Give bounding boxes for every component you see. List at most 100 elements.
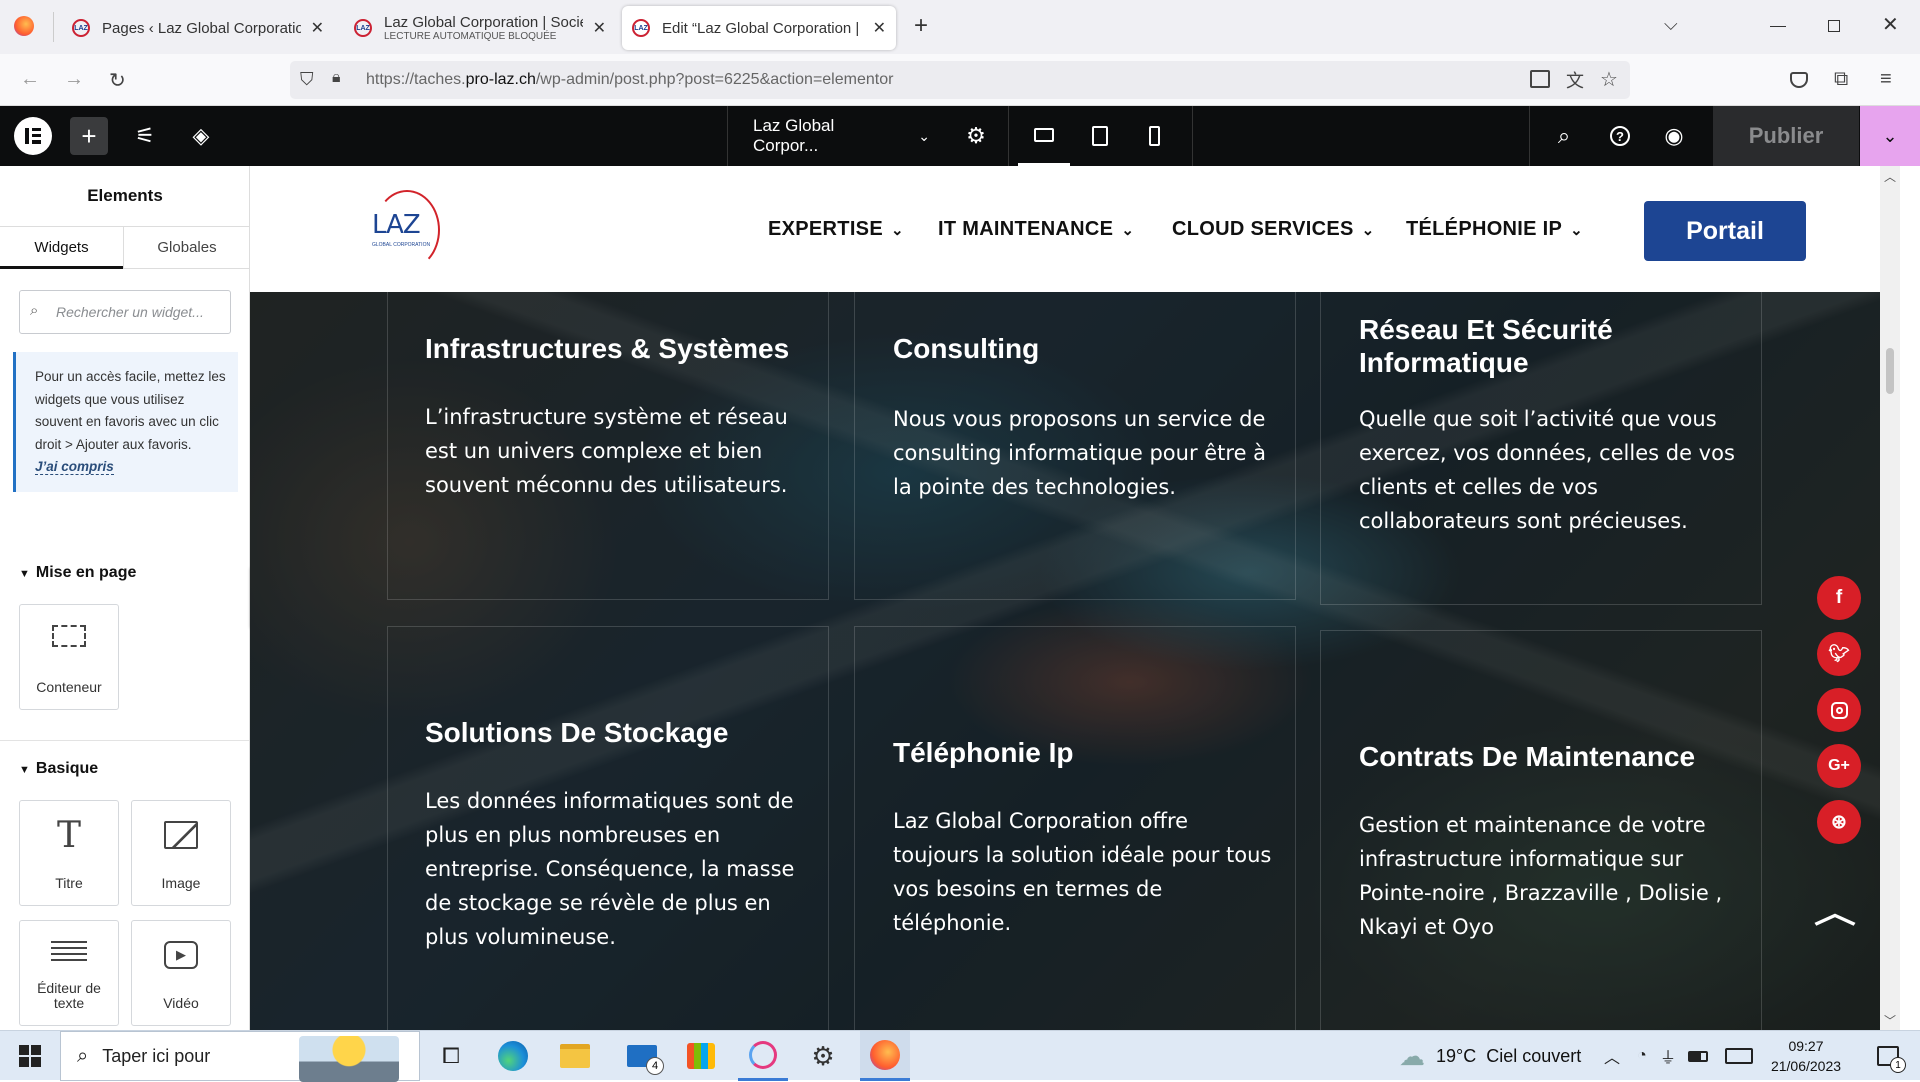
new-tab-icon[interactable]: + <box>914 12 928 40</box>
site-settings-icon[interactable]: ⚟ <box>126 106 164 166</box>
mobile-view-icon[interactable] <box>1130 106 1178 166</box>
tip-dismiss-link[interactable]: J’ai compris <box>35 459 114 475</box>
tab-edit[interactable]: LAZ Edit “Laz Global Corporation | S ✕ <box>622 6 896 50</box>
menu-expertise[interactable]: EXPERTISE ⌄ <box>768 218 904 241</box>
translate-icon[interactable]: 文 <box>1566 67 1584 93</box>
widget-container[interactable]: Conteneur <box>19 604 119 710</box>
text-editor-icon <box>20 941 118 961</box>
publish-options-button[interactable]: ⌄ <box>1860 106 1920 166</box>
section-layout-header[interactable]: ▼ Mise en page <box>19 564 136 582</box>
firefox-menu-icon[interactable] <box>14 16 34 36</box>
tab-globals[interactable]: Globales <box>123 226 249 269</box>
publish-button[interactable]: Publier <box>1713 106 1859 166</box>
elementor-top-bar: + ⚟ ◈ Laz Global Corpor... ⌄ ⚙ ⌕ ? ◉ Pub… <box>0 106 1920 166</box>
usb-icon[interactable]: ⏚ <box>1656 1031 1680 1081</box>
instagram-icon[interactable] <box>1817 688 1861 732</box>
reader-view-icon[interactable] <box>1530 70 1550 88</box>
desktop-view-icon[interactable] <box>1018 106 1070 166</box>
windows-start-icon[interactable] <box>0 1031 60 1081</box>
twitter-icon[interactable]: 🐦︎ <box>1817 632 1861 676</box>
widget-video[interactable]: ▶ Vidéo <box>131 920 231 1026</box>
search-icon[interactable]: ⌕ <box>1540 106 1588 166</box>
scrollbar-thumb[interactable] <box>1886 348 1894 394</box>
add-element-button[interactable]: + <box>70 117 108 155</box>
reload-icon[interactable]: ↻ <box>109 68 126 93</box>
tab-widgets[interactable]: Widgets <box>0 226 123 269</box>
restore-window-icon[interactable] <box>1828 20 1840 32</box>
keyboard-icon[interactable] <box>1722 1031 1756 1081</box>
structure-layers-icon[interactable]: ◈ <box>182 106 220 166</box>
mail-icon[interactable]: 4 <box>614 1031 670 1081</box>
tab-site[interactable]: LAZ Laz Global Corporation | Sociét LECT… <box>344 6 616 50</box>
menu-telephonie-ip[interactable]: TÉLÉPHONIE IP ⌄ <box>1406 218 1583 241</box>
network-icon[interactable]: ◔ <box>1630 1031 1654 1081</box>
shield-icon[interactable]: ⛉ <box>300 69 314 90</box>
store-icon[interactable] <box>676 1031 726 1081</box>
site-logo[interactable]: LAZ GLOBAL CORPORATION <box>368 190 440 270</box>
widget-text-editor[interactable]: Éditeur de texte <box>19 920 119 1026</box>
chevron-up-icon[interactable]: ︿ <box>1600 1031 1624 1081</box>
widget-image[interactable]: Image <box>131 800 231 906</box>
page-name-dropdown[interactable]: Laz Global Corpor... ⌄ <box>730 106 930 166</box>
close-tab-icon[interactable]: ✕ <box>593 18 606 38</box>
settings-gear-icon[interactable]: ⚙ <box>798 1031 848 1081</box>
weather-text[interactable]: 19°C Ciel couvert <box>1436 1031 1586 1081</box>
close-tab-icon[interactable]: ✕ <box>311 18 324 38</box>
scroll-to-top-icon[interactable]: ︿ <box>1814 888 1856 932</box>
page-settings-icon[interactable]: ⚙ <box>952 106 1000 166</box>
notification-center-icon[interactable]: 1 <box>1866 1031 1910 1081</box>
portal-button[interactable]: Portail <box>1644 201 1806 261</box>
dribbble-icon[interactable]: ⊛ <box>1817 800 1861 844</box>
file-explorer-icon[interactable] <box>550 1031 600 1081</box>
url-text[interactable]: https://taches.pro-laz.ch/wp-admin/post.… <box>366 71 893 89</box>
panel-title: Elements <box>87 186 163 205</box>
chevron-down-icon: ⌄ <box>1570 222 1584 239</box>
scroll-up-icon[interactable]: ︿ <box>1884 168 1896 185</box>
video-play-icon: ▶ <box>132 941 230 969</box>
pocket-icon[interactable] <box>1790 72 1808 88</box>
google-plus-icon[interactable]: G+ <box>1817 744 1861 788</box>
canvas-scrollbar[interactable]: ︿ ﹀ <box>1880 166 1900 1030</box>
list-all-tabs-icon[interactable]: ⌵ <box>1664 14 1678 35</box>
widget-heading[interactable]: T Titre <box>19 800 119 906</box>
menu-it-maintenance[interactable]: IT MAINTENANCE ⌄ <box>938 218 1134 241</box>
hamburger-menu-icon[interactable]: ≡ <box>1880 68 1892 91</box>
tab-pages[interactable]: LAZ Pages ‹ Laz Global Corporation ✕ <box>62 6 334 50</box>
back-icon[interactable]: ← <box>20 68 40 91</box>
weather-icon[interactable]: ☁ <box>1392 1031 1432 1081</box>
edge-icon[interactable] <box>488 1031 538 1081</box>
laz-favicon-icon: LAZ <box>354 19 372 37</box>
section-basic-header[interactable]: ▼ Basique <box>19 760 98 778</box>
scroll-down-icon[interactable]: ﹀ <box>1884 1012 1896 1029</box>
chevron-down-icon: ⌄ <box>1121 222 1135 239</box>
task-view-icon[interactable]: ⧠ <box>426 1031 476 1081</box>
firefox-taskbar-icon[interactable] <box>860 1031 910 1081</box>
service-text: Les données informatiques sont de plus e… <box>425 789 795 949</box>
facebook-icon[interactable]: f <box>1817 576 1861 620</box>
close-tab-icon[interactable]: ✕ <box>873 18 886 38</box>
minimize-window-icon[interactable] <box>1770 26 1786 27</box>
clock[interactable]: 09:27 21/06/2023 <box>1766 1031 1846 1081</box>
menu-cloud-services[interactable]: CLOUD SERVICES ⌄ <box>1172 218 1375 241</box>
service-title: Solutions De Stockage <box>425 717 729 748</box>
bookmark-star-icon[interactable]: ☆ <box>1600 67 1618 92</box>
service-text: Laz Global Corporation offre toujours la… <box>893 809 1272 935</box>
tablet-view-icon[interactable] <box>1074 106 1126 166</box>
forward-icon[interactable]: → <box>64 68 84 91</box>
extensions-icon[interactable]: ⧉ <box>1834 68 1848 91</box>
snipping-tool-icon[interactable] <box>738 1031 788 1081</box>
battery-icon[interactable] <box>1684 1031 1712 1081</box>
elements-panel: Elements Widgets Globales ⌕ Rechercher u… <box>0 166 250 1030</box>
chevron-down-icon: ⌄ <box>890 222 904 239</box>
elementor-logo-icon[interactable] <box>14 117 52 155</box>
close-window-icon[interactable]: ✕ <box>1882 12 1899 37</box>
lock-icon[interactable]: 🔒︎ <box>332 69 341 87</box>
widget-search-input[interactable]: ⌕ Rechercher un widget... <box>19 290 231 334</box>
browser-tab-bar: LAZ Pages ‹ Laz Global Corporation ✕ LAZ… <box>0 0 1920 54</box>
help-icon[interactable]: ? <box>1596 106 1644 166</box>
taskbar-search-box[interactable]: ⌕ Taper ici pour <box>60 1031 420 1082</box>
address-bar[interactable]: ⛉ 🔒︎ https://taches.pro-laz.ch/wp-admin/… <box>290 61 1630 99</box>
service-title: Contrats De Maintenance <box>1359 741 1696 772</box>
preview-eye-icon[interactable]: ◉ <box>1650 106 1698 166</box>
chevron-down-icon: ⌄ <box>1361 222 1375 239</box>
